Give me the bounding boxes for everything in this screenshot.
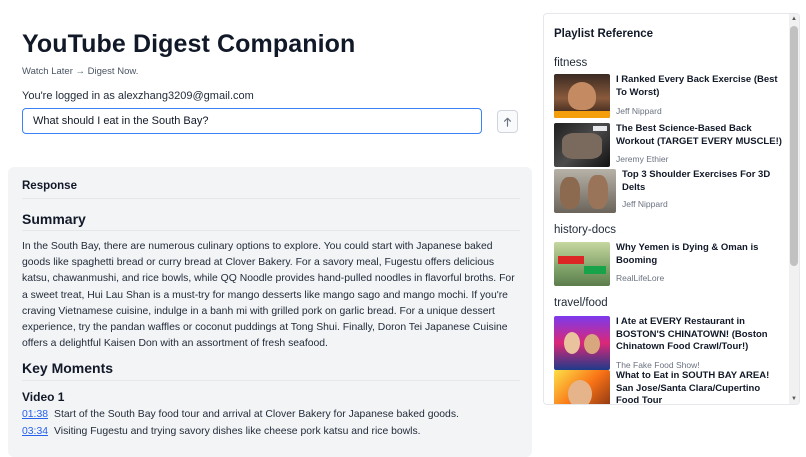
key-moment-item: 03:34 Visiting Fugestu and trying savory … <box>22 424 522 441</box>
playlist-video-item[interactable]: Top 3 Shoulder Exercises For 3D Delts Je… <box>554 169 782 215</box>
playlist-video-item[interactable]: Why Yemen is Dying & Oman is Booming Rea… <box>554 242 782 288</box>
category-travel-food: travel/food <box>554 297 608 309</box>
scrollbar-thumb[interactable] <box>790 26 798 266</box>
summary-heading: Summary <box>22 211 86 227</box>
video-thumbnail[interactable] <box>554 169 616 213</box>
response-panel: Response Summary In the South Bay, there… <box>8 167 532 457</box>
video-title[interactable]: Top 3 Shoulder Exercises For 3D Delts <box>622 169 780 194</box>
playlist-panel: Playlist Reference fitness I Ranked Ever… <box>543 13 800 405</box>
playlist-video-item[interactable]: What to Eat in SOUTH BAY AREA! San Jose/… <box>554 370 782 404</box>
video-thumbnail[interactable] <box>554 74 610 118</box>
playlist-video-item[interactable]: I Ranked Every Back Exercise (Best To Wo… <box>554 74 782 120</box>
video-title[interactable]: I Ate at EVERY Restaurant in BOSTON'S CH… <box>616 316 782 354</box>
app-title: YouTube Digest Companion <box>22 30 356 58</box>
scroll-down-icon[interactable]: ▼ <box>791 396 797 402</box>
divider <box>22 380 520 381</box>
video-title[interactable]: The Best Science-Based Back Workout (TAR… <box>616 123 782 148</box>
moment-text: Visiting Fugestu and trying savory dishe… <box>54 425 421 437</box>
key-moments-heading: Key Moments <box>22 360 114 376</box>
playlist-scrollbar[interactable]: ▲ ▼ <box>789 14 799 404</box>
playlist-title: Playlist Reference <box>554 28 654 40</box>
channel-name: Jeff Nippard <box>616 106 662 116</box>
timestamp-link[interactable]: 03:34 <box>22 426 48 437</box>
channel-name: Jeff Nippard <box>622 199 668 209</box>
query-input[interactable] <box>22 108 482 134</box>
divider <box>22 230 520 231</box>
key-moment-item: 01:38 Start of the South Bay food tour an… <box>22 407 522 424</box>
video-thumbnail[interactable] <box>554 242 610 286</box>
channel-name: RealLifeLore <box>616 273 665 283</box>
video-heading: Video 1 <box>22 390 65 404</box>
scroll-up-icon[interactable]: ▲ <box>791 16 797 22</box>
playlist-video-item[interactable]: I Ate at EVERY Restaurant in BOSTON'S CH… <box>554 316 782 372</box>
playlist-video-item[interactable]: The Best Science-Based Back Workout (TAR… <box>554 123 782 169</box>
video-thumbnail[interactable] <box>554 123 610 167</box>
divider <box>22 198 520 199</box>
submit-button[interactable] <box>497 110 518 133</box>
channel-name: Jeremy Ethier <box>616 154 669 164</box>
category-fitness: fitness <box>554 57 588 69</box>
video-thumbnail[interactable] <box>554 316 610 370</box>
tagline: Watch Later → Digest Now. <box>22 66 139 77</box>
timestamp-link[interactable]: 01:38 <box>22 409 48 420</box>
moment-text: Start of the South Bay food tour and arr… <box>54 409 459 420</box>
video-title[interactable]: I Ranked Every Back Exercise (Best To Wo… <box>616 74 782 99</box>
video-thumbnail[interactable] <box>554 370 610 404</box>
key-moments-list: 01:38 Start of the South Bay food tour an… <box>22 407 522 440</box>
login-status: You're logged in as alexzhang3209@gmail.… <box>22 90 254 102</box>
response-heading: Response <box>22 180 77 192</box>
summary-text: In the South Bay, there are numerous cul… <box>22 241 515 350</box>
channel-name: The Fake Food Show! <box>616 360 700 370</box>
video-title[interactable]: Why Yemen is Dying & Oman is Booming <box>616 242 782 267</box>
video-title[interactable]: What to Eat in SOUTH BAY AREA! San Jose/… <box>616 370 782 404</box>
arrow-up-icon <box>504 117 511 127</box>
category-history-docs: history-docs <box>554 224 616 236</box>
